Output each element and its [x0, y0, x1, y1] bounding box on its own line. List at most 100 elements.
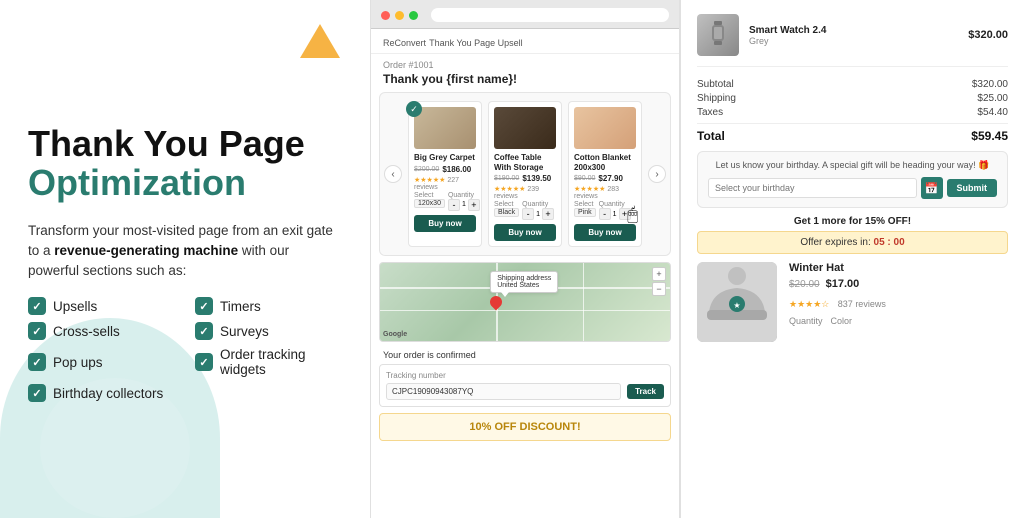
google-logo: Google	[383, 331, 407, 338]
birthday-section: Let us know your birthday. A special gif…	[697, 151, 1008, 208]
product-name-table: Coffee Table With Storage	[494, 153, 556, 172]
browser-dot-minimize[interactable]	[395, 11, 404, 20]
feature-birthday: Birthday collectors	[28, 384, 175, 402]
map-zoom-out[interactable]: −	[652, 282, 666, 296]
product-price-table: $190.00 $139.50	[494, 174, 556, 183]
birthday-input-row: 📅 Submit	[708, 177, 997, 199]
middle-panel: ReConvert Thank You Page Upsell Order #1…	[370, 0, 680, 518]
check-icon	[28, 384, 46, 402]
total-row: Total $59.45	[697, 123, 1008, 143]
qty-decrease[interactable]: -	[522, 208, 534, 220]
tracking-row: CJPC19090943087YQ Track	[386, 383, 664, 400]
birthday-input[interactable]	[708, 178, 917, 198]
product-carousel: ✓ ‹ › Big Grey Carpet $200.00 $186.00 ★★…	[379, 92, 671, 256]
feature-upsells: Upsells	[28, 297, 175, 315]
shipping-row: Shipping $25.00	[697, 93, 1008, 104]
map-background: Shipping address United States Google + …	[380, 263, 670, 341]
map-road	[583, 263, 584, 341]
track-button[interactable]: Track	[627, 384, 664, 399]
browser-dot-close[interactable]	[381, 11, 390, 20]
product-selects-carpet: Select 120x30 Quantity - 1 +	[414, 192, 476, 211]
buy-button-table[interactable]: Buy now	[494, 224, 556, 241]
product-name-blanket: Cotton Blanket 200x300	[574, 153, 636, 172]
qty-increase[interactable]: +	[542, 208, 554, 220]
qty-increase[interactable]: +	[468, 199, 480, 211]
product-stars-table: ★★★★★ 239 reviews	[494, 185, 556, 200]
middle-content: ReConvert Thank You Page Upsell Order #1…	[371, 29, 679, 518]
map-road	[380, 310, 670, 311]
browser-address-bar[interactable]	[431, 8, 669, 22]
check-icon	[195, 322, 213, 340]
tracking-section: Tracking number CJPC19090943087YQ Track	[379, 364, 671, 407]
qty-color-row: Quantity Color	[789, 316, 1008, 326]
winter-hat-image: ★	[697, 262, 777, 342]
offer-timer: Offer expires in: 05 : 00	[697, 231, 1008, 254]
winter-hat-prices: $20.00 $17.00	[789, 278, 1008, 290]
svg-text:★: ★	[733, 301, 740, 310]
product-image-table	[494, 107, 556, 149]
browser-dot-expand[interactable]	[409, 11, 418, 20]
calendar-icon[interactable]: 📅	[921, 177, 943, 199]
winter-hat-info: Winter Hat $20.00 $17.00 ★★★★☆ 837 revie…	[789, 262, 1008, 342]
product-stars-blanket: ★★★★★ 283 reviews	[574, 185, 636, 200]
product-card-carpet: Big Grey Carpet $200.00 $186.00 ★★★★★ 22…	[408, 101, 482, 247]
product-name-carpet: Big Grey Carpet	[414, 153, 476, 163]
cart-product-info: Smart Watch 2.4 Grey	[749, 25, 958, 46]
subtotal-row: Subtotal $320.00	[697, 79, 1008, 90]
right-panel: Smart Watch 2.4 Grey $320.00 Subtotal $3…	[680, 0, 1024, 518]
totals-section: Subtotal $320.00 Shipping $25.00 Taxes $…	[697, 79, 1008, 143]
carousel-check-icon: ✓	[406, 101, 422, 117]
map-zoom-in[interactable]: +	[652, 267, 666, 281]
order-number: Order #1001	[383, 60, 667, 70]
product-card-blanket: Cotton Blanket 200x300 $90.00 $27.90 ★★★…	[568, 101, 642, 247]
birthday-submit-button[interactable]: Submit	[947, 179, 998, 197]
reconvert-logo: ReConvert Thank You Page Upsell	[383, 37, 523, 49]
qty-control-blanket: - 1 +	[599, 208, 631, 220]
qty-control-table: - 1 +	[522, 208, 554, 220]
birthday-title: Let us know your birthday. A special gif…	[708, 160, 997, 171]
product-image-blanket	[574, 107, 636, 149]
upsell-banner: Get 1 more for 15% OFF!	[697, 216, 1008, 227]
feature-timers: Timers	[195, 297, 342, 315]
product-image-carpet	[414, 107, 476, 149]
winter-hat-svg: ★	[697, 262, 777, 342]
product-price-blanket: $90.00 $27.90	[574, 174, 636, 183]
order-thank-you: Thank you {first name}!	[383, 72, 667, 86]
cart-product-name: Smart Watch 2.4	[749, 25, 958, 36]
tracking-label: Tracking number	[386, 371, 664, 380]
smartwatch-icon	[704, 21, 732, 49]
check-icon	[195, 297, 213, 315]
left-panel: Thank You Page Optimization Transform yo…	[0, 0, 370, 518]
cart-product-image	[697, 14, 739, 56]
winter-hat-name: Winter Hat	[789, 262, 1008, 274]
cursor-icon: 🖱	[627, 204, 638, 225]
cart-item-row: Smart Watch 2.4 Grey $320.00	[697, 14, 1008, 67]
qty-control-carpet: - 1 +	[448, 199, 480, 211]
check-icon	[28, 297, 46, 315]
discount-banner: 10% OFF DISCOUNT!	[379, 413, 671, 441]
map-tooltip: Shipping address United States	[490, 271, 558, 293]
order-section: Order #1001 Thank you {first name}!	[371, 54, 679, 92]
title-line1: Thank You Page	[28, 124, 342, 164]
browser-chrome	[371, 0, 679, 29]
feature-order-tracking: Order tracking widgets	[195, 347, 342, 377]
hero-description: Transform your most-visited page from an…	[28, 221, 338, 282]
carousel-next-button[interactable]: ›	[648, 165, 666, 183]
check-icon	[28, 353, 46, 371]
feature-list: Upsells Timers Cross-sells Surveys Pop u…	[28, 297, 342, 402]
feature-popups: Pop ups	[28, 347, 175, 377]
map-controls: + −	[652, 267, 666, 296]
reconvert-header: ReConvert Thank You Page Upsell	[371, 29, 679, 54]
product-price-carpet: $200.00 $186.00	[414, 165, 476, 174]
title-line2: Optimization	[28, 163, 342, 203]
qty-decrease[interactable]: -	[599, 208, 611, 220]
qty-decrease[interactable]: -	[448, 199, 460, 211]
taxes-row: Taxes $54.40	[697, 107, 1008, 118]
map-section: Shipping address United States Google + …	[379, 262, 671, 342]
buy-button-blanket[interactable]: Buy now	[574, 224, 636, 241]
carousel-prev-button[interactable]: ‹	[384, 165, 402, 183]
tracking-number: CJPC19090943087YQ	[386, 383, 621, 400]
product-stars-carpet: ★★★★★ 227 reviews	[414, 176, 476, 191]
feature-surveys: Surveys	[195, 322, 342, 340]
buy-button-carpet[interactable]: Buy now	[414, 215, 476, 232]
